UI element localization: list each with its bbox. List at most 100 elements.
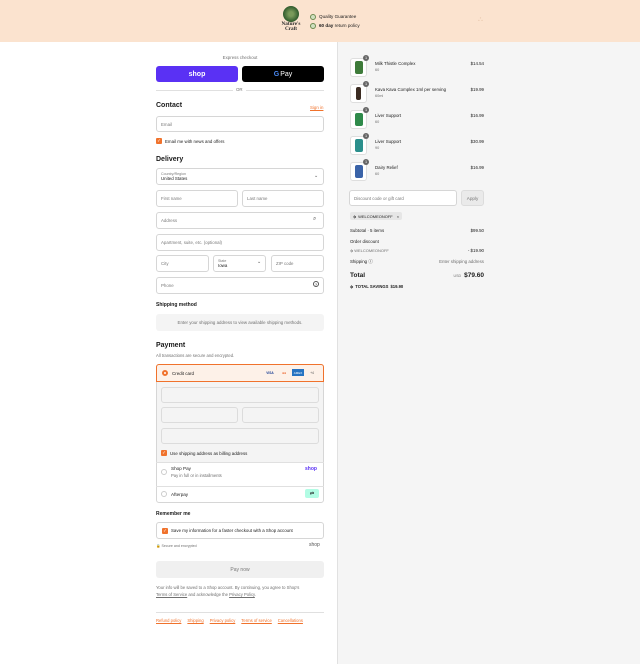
remove-icon[interactable]: ×	[397, 214, 399, 219]
chevron-down-icon: ⌄	[314, 173, 319, 179]
first-name-placeholder: First name	[161, 196, 182, 201]
checkmark-icon[interactable]: ✓	[162, 527, 168, 534]
privacy-policy-link[interactable]: Privacy Policy	[229, 592, 255, 597]
shop-pay-option[interactable]: Shop Pay Pay in full or in installments	[161, 466, 222, 478]
phone-field[interactable]: Phone	[156, 277, 324, 294]
news-checkbox-row[interactable]: ✓ Email me with news and offers	[156, 138, 224, 144]
name-on-card-field[interactable]	[161, 428, 319, 444]
card-number-field[interactable]	[161, 387, 319, 403]
apartment-field[interactable]: Apartment, suite, etc. (optional)	[156, 234, 324, 251]
expiration-field[interactable]	[161, 407, 238, 423]
product-name: Liver Support	[375, 139, 402, 144]
billing-checkbox-row[interactable]: ✓ Use shipping address as billing address	[161, 450, 247, 456]
product-thumbnail: 1	[350, 133, 369, 155]
product-price: $14.54	[470, 61, 484, 66]
save-info-row[interactable]: ✓ Save my information for a faster checko…	[156, 522, 324, 539]
shop-pay-button[interactable]: shop	[156, 66, 238, 82]
shop-pay-radio[interactable]	[161, 469, 167, 475]
product-thumbnail: 1	[350, 107, 369, 129]
privacy-policy-footer-link[interactable]: Privacy policy	[210, 618, 236, 623]
email-placeholder: Email	[161, 121, 172, 127]
currency-code: USD	[453, 274, 462, 278]
first-name-field[interactable]: First name	[156, 190, 238, 207]
divider	[156, 462, 324, 463]
country-select[interactable]: Country/Region United States	[156, 168, 324, 185]
subtotal-value: $99.50	[470, 228, 484, 233]
amex-icon: AMEX	[292, 369, 304, 376]
footer-links: Refund policy Shipping Privacy policy Te…	[156, 618, 303, 623]
google-g-icon: G	[273, 70, 280, 78]
sign-in-link[interactable]: Sign in	[310, 105, 323, 110]
last-name-placeholder: Last name	[247, 196, 268, 201]
bottle-icon	[354, 61, 363, 74]
terms-mid: and acknowledge the	[187, 592, 230, 597]
product-thumbnail: 1	[350, 81, 369, 103]
divider	[156, 486, 324, 487]
quantity-badge: 1	[363, 133, 369, 139]
zip-field[interactable]: ZIP code	[271, 255, 324, 272]
refund-policy-link[interactable]: Refund policy	[156, 618, 181, 623]
total-value: $79.60	[464, 272, 484, 279]
help-icon[interactable]: ?	[313, 281, 319, 287]
afterpay-option[interactable]: Afterpay	[161, 491, 188, 497]
terms-text: Your info will be saved to a Shop accoun…	[156, 584, 324, 598]
city-field[interactable]: City	[156, 255, 209, 272]
site-header: Nature's Craft Quality Guarantee 60 day …	[0, 0, 640, 42]
terms-of-service-footer-link[interactable]: Terms of service	[241, 618, 271, 623]
applied-code: ⬗ WELCOMEONOFF	[350, 248, 389, 253]
address-placeholder: Address	[161, 218, 178, 223]
product-name: Liver Support	[375, 113, 402, 118]
pay-now-button[interactable]: Pay now	[156, 561, 324, 578]
shipping-method-heading: Shipping method	[156, 302, 197, 308]
quality-guarantee-text: Quality Guarantee	[319, 14, 357, 19]
bottle-icon	[356, 87, 361, 100]
card-brands: VISA ●● AMEX +4	[264, 369, 318, 376]
discount-code-field[interactable]: Discount code or gift card	[349, 190, 457, 206]
shipping-value: Enter shipping address	[439, 259, 484, 264]
tag-icon: ⬗	[350, 248, 354, 253]
product-name: Kava Kava Complex 1ml per serving	[375, 87, 447, 92]
help-icon[interactable]: ⓘ	[368, 259, 372, 264]
order-discount-label: Order discount	[350, 239, 379, 244]
product-variant: 60ml	[375, 94, 384, 98]
quantity-badge: 1	[363, 159, 369, 165]
guarantee-block: Quality Guarantee 60 day return policy	[310, 12, 360, 30]
footer-divider	[156, 612, 324, 613]
apply-button[interactable]: Apply	[461, 190, 484, 206]
email-field[interactable]: Email	[156, 116, 324, 132]
shipping-link[interactable]: Shipping	[187, 618, 203, 623]
search-icon[interactable]: ⌕	[313, 216, 316, 223]
afterpay-radio[interactable]	[161, 491, 167, 497]
applied-code-text: WELCOMEONOFF	[354, 248, 389, 253]
cancellations-link[interactable]: Cancellations	[278, 618, 303, 623]
credit-card-radio[interactable]	[162, 370, 168, 376]
quality-badge-icon	[310, 13, 316, 20]
afterpay-label: Afterpay	[171, 491, 189, 497]
chevron-down-icon: ⌄	[257, 259, 262, 265]
address-field[interactable]: Address	[156, 212, 324, 229]
total-label: Total	[350, 272, 366, 279]
lock-icon: 🔒	[156, 544, 161, 548]
terms-of-service-link[interactable]: Terms of Service	[156, 592, 187, 597]
bottle-icon	[354, 113, 363, 126]
shipping-method-note: Enter your shipping address to view avai…	[156, 314, 324, 331]
brand-logo[interactable]: Nature's Craft	[278, 6, 304, 36]
google-pay-button[interactable]: G Pay	[242, 66, 324, 82]
return-days: 60 day	[319, 23, 334, 28]
total-savings: ⬗ TOTAL SAVINGS $19.90	[350, 284, 403, 289]
quantity-badge: 1	[363, 55, 369, 61]
discount-tag-code: WELCOMEONOFF	[358, 213, 393, 219]
bottle-icon	[354, 139, 363, 152]
secure-note: 🔒 Secure and encrypted	[156, 544, 197, 548]
phone-placeholder: Phone	[161, 283, 174, 288]
shop-pay-label: shop	[188, 70, 206, 78]
line-item: 1 Kava Kava Complex 1ml per serving 60ml…	[350, 81, 486, 104]
security-code-field[interactable]	[242, 407, 319, 423]
last-name-field[interactable]: Last name	[242, 190, 324, 207]
checkmark-icon[interactable]: ✓	[156, 138, 162, 144]
savings-value: $19.90	[390, 284, 404, 289]
product-name: Milk Thistle Complex	[375, 61, 416, 66]
bag-icon[interactable]: ⛬	[478, 16, 483, 24]
checkmark-icon[interactable]: ✓	[161, 450, 167, 456]
remember-me-heading: Remember me	[156, 511, 191, 517]
